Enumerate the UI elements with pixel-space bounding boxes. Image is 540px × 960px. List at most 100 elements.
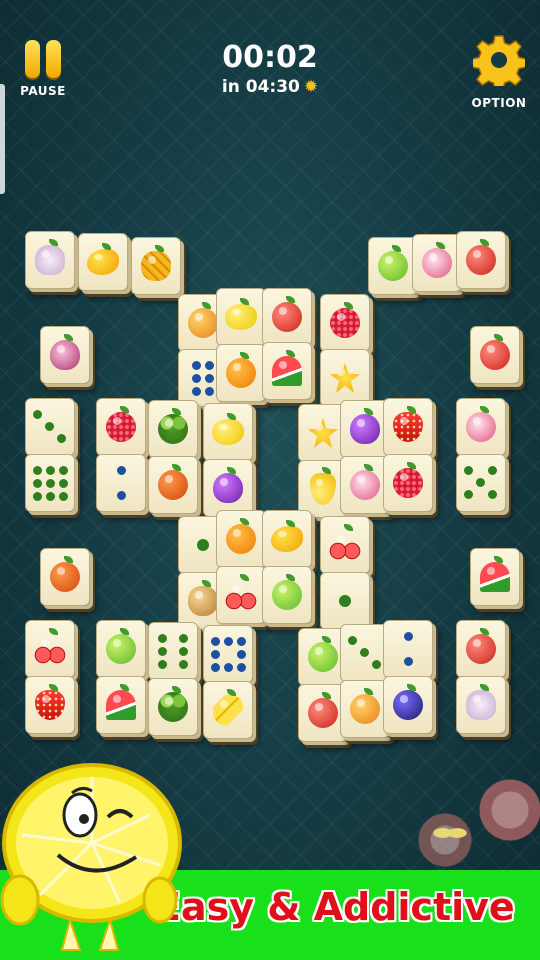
decor-butterfly — [432, 820, 468, 846]
tile-dots-2-blue[interactable] — [96, 454, 146, 512]
tile-watermelon-3[interactable] — [96, 676, 146, 734]
cherries-icon — [329, 524, 361, 560]
broccoli-icon — [158, 408, 188, 444]
nuts-icon — [188, 580, 218, 616]
persimmon-icon — [50, 556, 80, 592]
tile-dots-5-green[interactable] — [456, 454, 506, 512]
starfruit-icon — [308, 418, 338, 448]
dots-2-blue-icon — [403, 632, 413, 666]
tile-dots-6-green[interactable] — [148, 622, 198, 680]
raspberry-icon — [330, 302, 360, 338]
tile-red-apple[interactable] — [470, 326, 520, 384]
plums-icon — [393, 684, 423, 720]
tile-dots-1-green-2[interactable] — [320, 572, 370, 630]
tile-raspberry[interactable] — [320, 294, 370, 352]
tile-cherries-2[interactable] — [216, 566, 266, 624]
tile-green-apple-2[interactable] — [262, 566, 312, 624]
option-button[interactable]: OPTION — [468, 34, 530, 110]
tile-cherries-3[interactable] — [25, 620, 75, 678]
tile-mango-2[interactable] — [262, 510, 312, 568]
target-time: in 04:30 ✹ — [0, 77, 540, 97]
target-time-text: in 04:30 — [221, 77, 300, 97]
side-scroll-handle — [0, 84, 5, 194]
tile-broccoli[interactable] — [148, 400, 198, 458]
dots-6-green-icon — [158, 633, 188, 669]
dots-9-green-icon — [32, 465, 68, 501]
tile-garlic-2[interactable] — [456, 676, 506, 734]
dots-6-blue-icon — [192, 360, 214, 396]
dots-8-blue-icon — [210, 636, 246, 672]
tile-red-apple-2[interactable] — [456, 620, 506, 678]
tile-watermelon-2[interactable] — [470, 548, 520, 606]
tile-lemon-2[interactable] — [203, 403, 253, 461]
red-apple-icon — [480, 334, 510, 370]
tile-garlic[interactable] — [25, 231, 75, 289]
lemon-mascot-icon — [0, 763, 182, 951]
apricot-icon — [350, 688, 380, 724]
tile-onion[interactable] — [40, 326, 90, 384]
tile-raspberry-2[interactable] — [96, 398, 146, 456]
tile-mixed-fruit[interactable] — [456, 231, 506, 289]
green-apple-icon — [272, 574, 302, 610]
garlic-icon — [35, 239, 65, 275]
watermelon-icon — [480, 556, 510, 592]
mixed-fruit-icon — [466, 239, 496, 275]
mango-icon — [87, 243, 119, 275]
starfruit-icon — [330, 363, 360, 393]
tile-dots-2-blue-2[interactable] — [383, 620, 433, 678]
tile-watermelon[interactable] — [262, 342, 312, 400]
decor-flower — [470, 770, 540, 850]
tile-orange[interactable] — [216, 344, 266, 402]
tile-pineapple[interactable] — [131, 237, 181, 295]
tile-mango[interactable] — [78, 233, 128, 291]
green-apple-icon — [378, 245, 408, 281]
tile-dots-9-green[interactable] — [25, 454, 75, 512]
apricot-icon — [188, 302, 218, 338]
watermelon-icon — [272, 350, 302, 386]
tile-raspberry-3[interactable] — [383, 454, 433, 512]
tile-starfruit[interactable] — [320, 349, 370, 407]
tile-green-apple-3[interactable] — [96, 620, 146, 678]
strawberry-icon — [393, 406, 423, 442]
onion-icon — [50, 334, 80, 370]
elapsed-timer: 00:02 — [222, 40, 318, 75]
tile-turnip[interactable] — [412, 234, 462, 292]
mango-icon — [271, 520, 303, 552]
tile-bananas[interactable] — [203, 681, 253, 739]
tile-turnip-2[interactable] — [456, 398, 506, 456]
gear-icon — [471, 35, 527, 91]
apple-half-icon — [272, 296, 302, 332]
tile-apple-half[interactable] — [262, 288, 312, 346]
strawberry-icon — [35, 684, 65, 720]
lemon-icon — [212, 413, 244, 445]
option-label: OPTION — [471, 96, 527, 110]
persimmon-icon — [158, 464, 188, 500]
garlic-icon — [466, 684, 496, 720]
cherries-icon — [225, 574, 257, 610]
tile-persimmon[interactable] — [148, 456, 198, 514]
tile-strawberry-2[interactable] — [25, 676, 75, 734]
tile-plums[interactable] — [383, 676, 433, 734]
tile-lemon[interactable] — [216, 288, 266, 346]
tile-dots-3-green[interactable] — [25, 398, 75, 456]
tile-dots-8-blue[interactable] — [203, 625, 253, 683]
dots-5-green-icon — [464, 466, 498, 500]
raspberry-icon — [393, 462, 423, 498]
tile-strawberry[interactable] — [383, 398, 433, 456]
broccoli-icon — [158, 686, 188, 722]
tile-cherries[interactable] — [320, 516, 370, 574]
tile-orange-2[interactable] — [216, 510, 266, 568]
sun-icon: ✹ — [303, 77, 319, 97]
tile-eggplant-2[interactable] — [203, 459, 253, 517]
raspberry-icon — [106, 406, 136, 442]
dots-3-green-icon — [33, 410, 67, 444]
tile-broccoli-2[interactable] — [148, 678, 198, 736]
turnip-icon — [350, 464, 380, 500]
dots-1-green-icon — [197, 539, 209, 551]
tile-green-apple[interactable] — [368, 237, 418, 295]
turnip-icon — [466, 406, 496, 442]
lemon-icon — [225, 298, 257, 330]
red-apple-icon — [308, 692, 338, 728]
tile-persimmon-2[interactable] — [40, 548, 90, 606]
orange-icon — [226, 352, 256, 388]
